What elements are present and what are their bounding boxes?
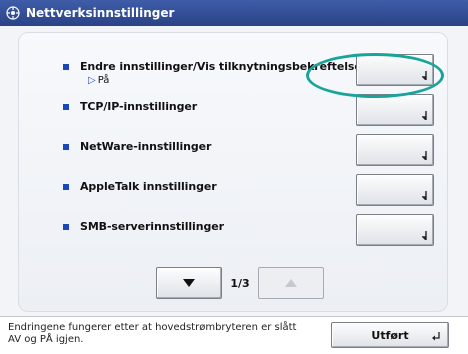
tcpip-settings-button[interactable] (356, 94, 434, 126)
footer: Endringene fungerer etter at hovedstrømb… (0, 316, 468, 354)
page-title: Nettverksinnstillinger (26, 6, 175, 20)
corner-arrow-icon (422, 231, 427, 240)
highlight-ellipse (306, 53, 444, 98)
screen: Nettverksinnstillinger Endre innstilling… (0, 0, 468, 354)
corner-arrow-icon (422, 151, 427, 160)
done-button-label: Utført (371, 328, 409, 342)
triangle-down-icon (183, 279, 195, 287)
row-label: SMB-serverinnstillinger (80, 220, 224, 233)
network-settings-icon (6, 6, 20, 20)
bullet-icon (63, 64, 69, 70)
row-label: TCP/IP-innstillinger (80, 100, 198, 113)
row-label: NetWare-innstillinger (80, 140, 212, 153)
title-bar: Nettverksinnstillinger (0, 0, 468, 26)
enter-arrow-icon (432, 332, 440, 341)
row-label: AppleTalk innstillinger (80, 180, 217, 193)
done-button[interactable]: Utført (331, 322, 449, 348)
footer-message: Endringene fungerer etter at hovedstrømb… (8, 322, 297, 345)
pager: 1/3 (156, 266, 324, 300)
corner-arrow-icon (422, 191, 427, 200)
smb-settings-button[interactable] (356, 214, 434, 246)
appletalk-settings-button[interactable] (356, 174, 434, 206)
bullet-icon (63, 104, 69, 110)
page-down-button[interactable] (156, 267, 222, 299)
netware-settings-button[interactable] (356, 134, 434, 166)
row-current-value: ▷ På (88, 75, 110, 86)
page-up-button[interactable] (258, 267, 324, 299)
triangle-up-icon (285, 279, 297, 287)
bullet-icon (63, 184, 69, 190)
bullet-icon (63, 144, 69, 150)
triangle-right-icon: ▷ (88, 75, 96, 86)
bullet-icon (63, 224, 69, 230)
page-indicator: 1/3 (230, 276, 250, 290)
corner-arrow-icon (422, 111, 427, 120)
